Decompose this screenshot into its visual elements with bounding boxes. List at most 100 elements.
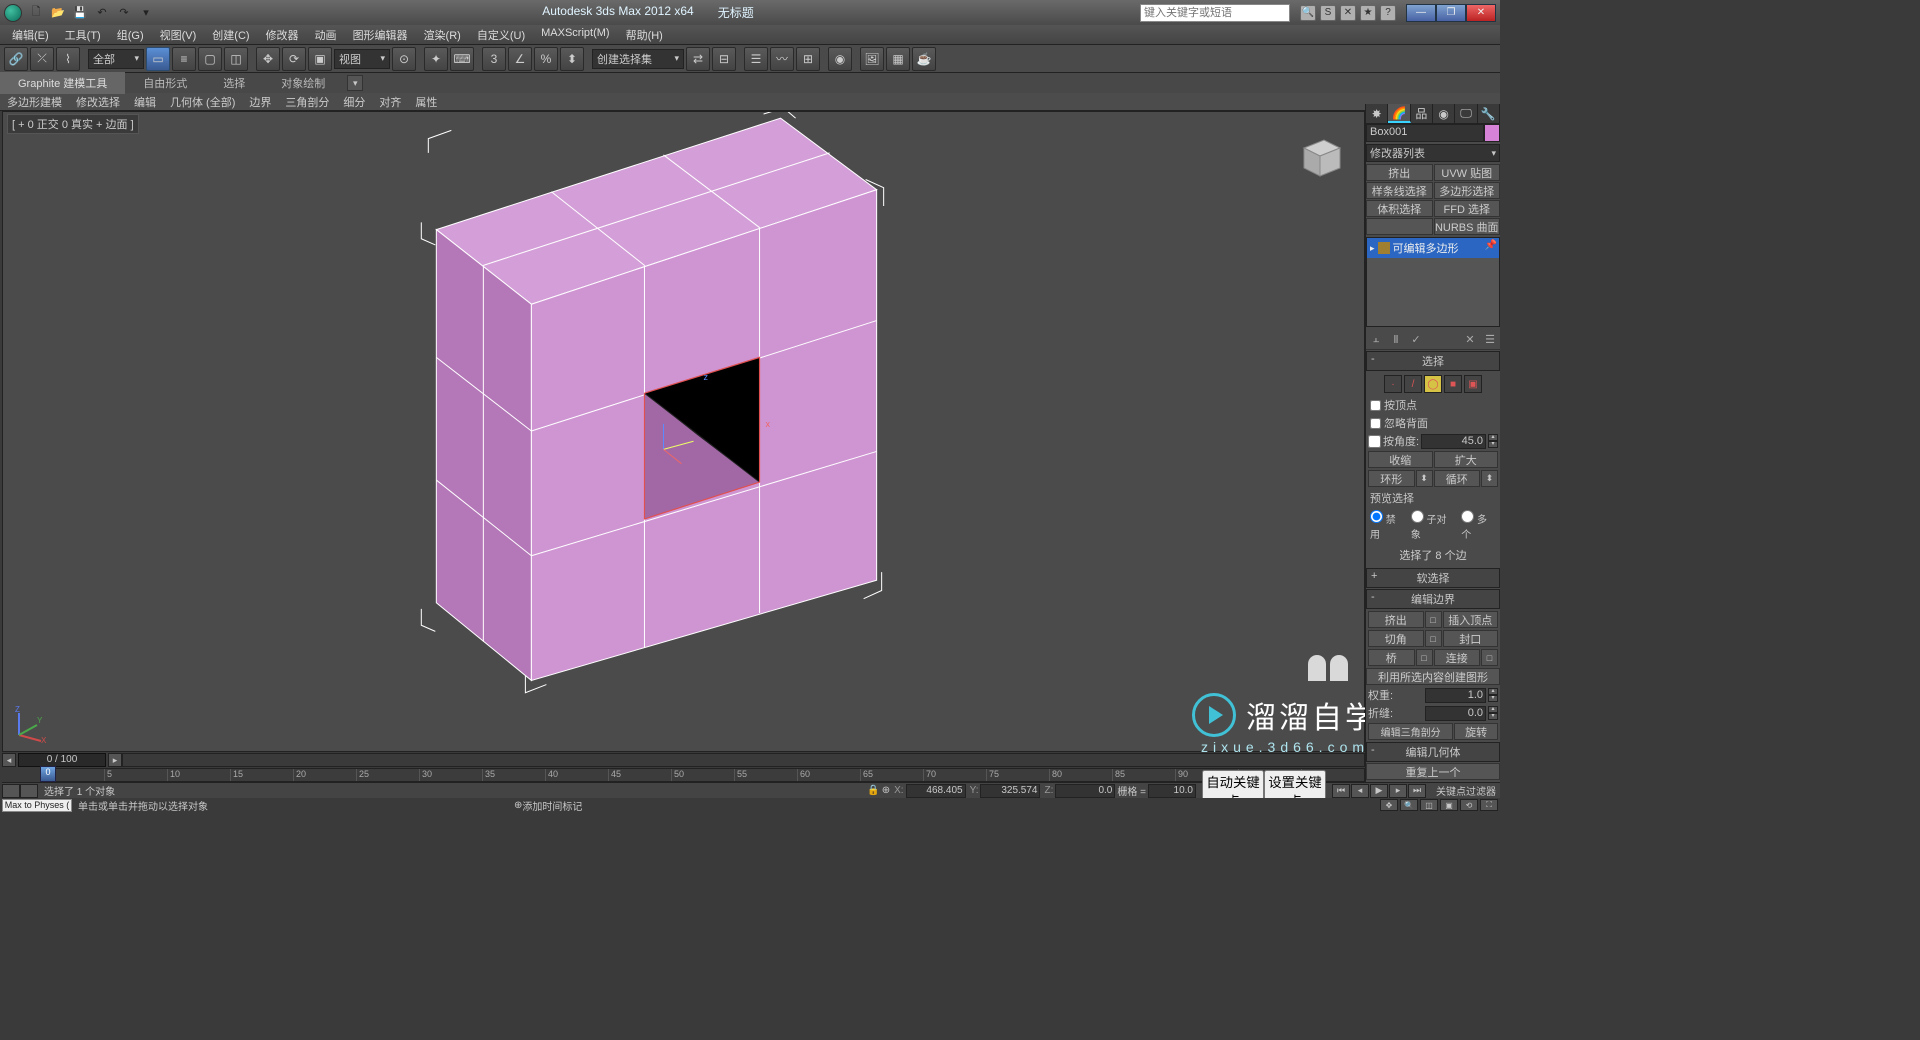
rollout-selection[interactable]: 选择 [1366,351,1500,371]
curve-editor-icon[interactable]: 〰 [770,47,794,71]
key-filters-label[interactable]: 关键点过滤器 [1432,783,1500,798]
make-unique-icon[interactable]: ✓ [1408,331,1424,347]
ignore-backfacing-checkbox[interactable] [1370,418,1381,429]
ribbon-panel-properties[interactable]: 属性 [408,92,444,112]
ribbon-toggle-icon[interactable]: ▾ [347,75,363,91]
percent-snap-icon[interactable]: % [534,47,558,71]
subscription-icon[interactable]: S [1320,5,1336,21]
undo-icon[interactable]: ↶ [92,4,112,22]
spinner-snap-icon[interactable]: ⬍ [560,47,584,71]
time-ruler[interactable]: 0510152025303540455055606570758085909510… [40,768,1365,782]
btn-spline-select[interactable]: 样条线选择 [1366,182,1433,199]
select-by-name-icon[interactable]: ≡ [172,47,196,71]
object-name-field[interactable]: Box001 [1366,124,1484,142]
ribbon-panel-border[interactable]: 边界 [242,92,278,112]
unlink-icon[interactable]: ⤫ [30,47,54,71]
turn-button[interactable]: 旋转 [1454,723,1498,740]
zoom-extents-icon[interactable]: ▣ [1440,799,1458,811]
connect-button[interactable]: 连接 [1434,649,1481,666]
loop-spinner-icon[interactable]: ⬍ [1481,470,1498,487]
ribbon-panel-align[interactable]: 对齐 [372,92,408,112]
timeline-track[interactable] [122,753,1365,767]
ribbon-panel-tri[interactable]: 三角剖分 [278,92,336,112]
menu-maxscript[interactable]: MAXScript(M) [533,25,617,44]
chamfer-settings-icon[interactable]: □ [1425,630,1442,647]
loop-button[interactable]: 循环 [1434,470,1481,487]
cmd-tab-hierarchy-icon[interactable]: 品 [1411,104,1433,123]
ribbon-panel-subdivision[interactable]: 细分 [336,92,372,112]
insert-vertex-button[interactable]: 插入顶点 [1443,611,1499,628]
favorites-icon[interactable]: ★ [1360,5,1376,21]
show-end-result-icon[interactable]: Ⅱ [1388,331,1404,347]
weight-value[interactable]: 1.0 [1425,688,1486,703]
select-object-icon[interactable]: ▭ [146,47,170,71]
object-color-swatch[interactable] [1484,124,1500,142]
stack-pin-icon[interactable]: 📌 [1485,240,1497,251]
link-icon[interactable]: 🔗 [4,47,28,71]
btn-poly-select[interactable]: 多边形选择 [1434,182,1501,199]
element-level-icon[interactable]: ▣ [1464,375,1482,393]
mirror-icon[interactable]: ⇄ [686,47,710,71]
move-icon[interactable]: ✥ [256,47,280,71]
vertex-level-icon[interactable]: · [1384,375,1402,393]
cmd-tab-modify-icon[interactable]: 🌈 [1388,104,1410,123]
app-menu-icon[interactable] [4,4,22,22]
menu-create[interactable]: 创建(C) [204,25,257,44]
new-icon[interactable]: 🗋 [26,4,46,22]
angle-down-icon[interactable]: ▾ [1488,441,1498,448]
menu-animation[interactable]: 动画 [307,25,345,44]
open-icon[interactable]: 📂 [48,4,68,22]
manipulate-icon[interactable]: ✦ [424,47,448,71]
window-crossing-icon[interactable]: ◫ [224,47,248,71]
by-angle-checkbox[interactable] [1368,435,1381,448]
align-icon[interactable]: ⊟ [712,47,736,71]
y-value[interactable]: 325.574 [980,784,1040,798]
btn-uvw-map[interactable]: UVW 贴图 [1434,164,1501,181]
connect-settings-icon[interactable]: □ [1481,649,1498,666]
by-angle-value[interactable]: 45.0 [1421,434,1486,449]
maximize-button[interactable]: ❐ [1436,4,1466,22]
sel-lock-icon[interactable] [2,784,20,798]
ring-button[interactable]: 环形 [1368,470,1415,487]
rollout-edit-borders[interactable]: 编辑边界 [1366,589,1500,609]
qat-dropdown-icon[interactable]: ▾ [136,4,156,22]
add-time-tag-label[interactable]: 添加时间标记 [522,798,582,813]
prev-frame-icon[interactable]: ◂ [1351,784,1369,798]
grow-button[interactable]: 扩大 [1434,451,1499,468]
z-value[interactable]: 0.0 [1055,784,1115,798]
preview-subobj-radio[interactable] [1411,510,1424,523]
play-icon[interactable]: ▶ [1370,784,1388,798]
goto-end-icon[interactable]: ⏭ [1408,784,1426,798]
edit-tri-button[interactable]: 编辑三角剖分 [1368,723,1453,740]
minimize-button[interactable]: — [1406,4,1436,22]
x-value[interactable]: 468.405 [906,784,966,798]
menu-edit[interactable]: 编辑(E) [4,25,57,44]
snap-toggle-icon[interactable]: 3 [482,47,506,71]
chamfer-button[interactable]: 切角 [1368,630,1424,647]
pivot-icon[interactable]: ⊙ [392,47,416,71]
bridge-settings-icon[interactable]: □ [1416,649,1433,666]
rollout-soft-selection[interactable]: 软选择 [1366,568,1500,588]
remove-modifier-icon[interactable]: ✕ [1462,331,1478,347]
menu-tools[interactable]: 工具(T) [57,25,109,44]
cmd-tab-motion-icon[interactable]: ◉ [1433,104,1455,123]
create-shape-button[interactable]: 利用所选内容创建图形 [1366,668,1500,685]
angle-snap-icon[interactable]: ∠ [508,47,532,71]
iso-sel-icon[interactable] [20,784,38,798]
render-setup-icon[interactable]: 🖼 [860,47,884,71]
btn-nurbs-surf-select[interactable]: NURBS 曲面选择 [1434,218,1501,235]
by-vertex-checkbox[interactable] [1370,400,1381,411]
angle-up-icon[interactable]: ▴ [1488,434,1498,441]
cmd-tab-display-icon[interactable]: 🖵 [1455,104,1477,123]
keyboard-shortcut-icon[interactable]: ⌨ [450,47,474,71]
edge-level-icon[interactable]: / [1404,375,1422,393]
repeat-last-button[interactable]: 重复上一个 [1366,763,1500,780]
ribbon-panel-edit[interactable]: 编辑 [127,92,163,112]
btn-vol-select[interactable]: 体积选择 [1366,200,1433,217]
material-editor-icon[interactable]: ◉ [828,47,852,71]
maximize-vp-icon[interactable]: ⛶ [1480,799,1498,811]
btn-extrude[interactable]: 挤出 [1366,164,1433,181]
abs-mode-icon[interactable]: ⊕ [882,785,890,796]
menu-customize[interactable]: 自定义(U) [469,25,533,44]
timeline-scroll-left-icon[interactable]: ◂ [2,753,16,767]
